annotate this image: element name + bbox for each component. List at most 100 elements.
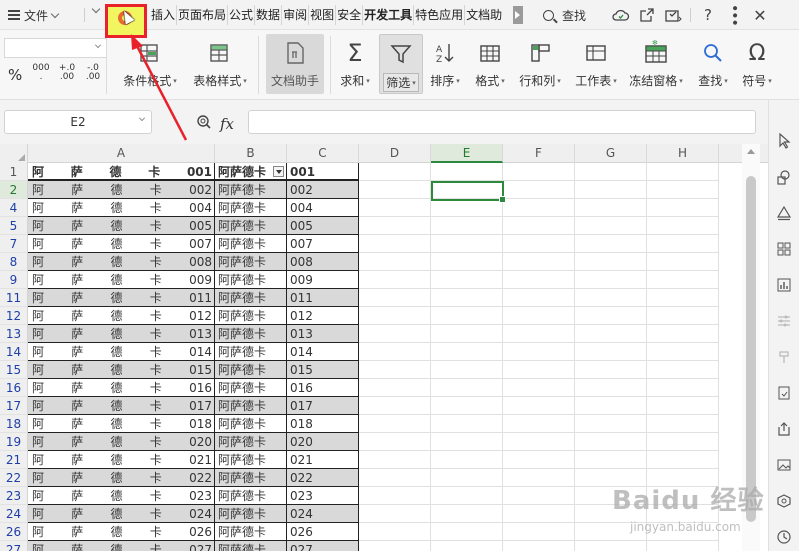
row-header[interactable]: 2: [0, 181, 28, 199]
decrease-decimal-button[interactable]: -.0.00: [84, 64, 102, 82]
worksheet-button[interactable]: 工作表 ▾: [570, 34, 622, 94]
cell[interactable]: [431, 415, 503, 433]
row-header[interactable]: 26: [0, 523, 28, 541]
cell[interactable]: [575, 235, 647, 253]
cell-b1[interactable]: 阿萨德卡: [215, 163, 287, 181]
close-icon[interactable]: ✕: [751, 6, 769, 25]
cell-c[interactable]: 016: [287, 379, 359, 397]
cell[interactable]: [359, 541, 431, 551]
tab-insert[interactable]: 插入: [150, 5, 178, 25]
cell-c[interactable]: 024: [287, 505, 359, 523]
column-header-h[interactable]: H: [647, 144, 719, 163]
cell[interactable]: [359, 199, 431, 217]
cell-b[interactable]: 阿萨德卡: [215, 415, 287, 433]
cell-b[interactable]: 阿萨德卡: [215, 217, 287, 235]
cell-b[interactable]: 阿萨德卡: [215, 253, 287, 271]
cell[interactable]: [647, 379, 719, 397]
column-header-b[interactable]: B: [215, 144, 287, 163]
cell[interactable]: [359, 451, 431, 469]
cell[interactable]: [431, 289, 503, 307]
tab-page-layout[interactable]: 页面布局: [177, 5, 229, 25]
cell-c[interactable]: 013: [287, 325, 359, 343]
doc-assistant-button[interactable]: 文档助手: [266, 34, 324, 94]
cell[interactable]: [647, 397, 719, 415]
selected-cell-e2[interactable]: [431, 181, 506, 203]
cell[interactable]: [575, 325, 647, 343]
cell-a[interactable]: 阿萨德卡 018: [28, 415, 215, 433]
history-icon[interactable]: [775, 528, 793, 546]
cell-a[interactable]: 阿萨德卡 027: [28, 541, 215, 551]
cell-b[interactable]: 阿萨德卡: [215, 343, 287, 361]
cell[interactable]: [575, 397, 647, 415]
row-header[interactable]: 16: [0, 379, 28, 397]
cell[interactable]: [503, 307, 575, 325]
formula-input[interactable]: [248, 110, 756, 134]
cell[interactable]: [503, 325, 575, 343]
cell-a[interactable]: 阿萨德卡 021: [28, 451, 215, 469]
row-header[interactable]: 19: [0, 433, 28, 451]
cell[interactable]: [575, 217, 647, 235]
cell-a[interactable]: 阿萨德卡 024: [28, 505, 215, 523]
row-header[interactable]: 1: [0, 163, 28, 181]
cell[interactable]: [575, 289, 647, 307]
cell-a[interactable]: 阿萨德卡 009: [28, 271, 215, 289]
row-header[interactable]: 27: [0, 541, 28, 551]
name-box[interactable]: E2: [4, 110, 152, 134]
cell-b[interactable]: 阿萨德卡: [215, 505, 287, 523]
cell-c[interactable]: 027: [287, 541, 359, 551]
cell[interactable]: [359, 343, 431, 361]
cell[interactable]: [575, 451, 647, 469]
cell-a[interactable]: 阿萨德卡 023: [28, 487, 215, 505]
row-header[interactable]: 11: [0, 289, 28, 307]
select-cursor-icon[interactable]: [775, 132, 793, 150]
cell[interactable]: [431, 307, 503, 325]
tab-doc-assistant[interactable]: 文档助: [465, 5, 503, 25]
cell-a[interactable]: 阿萨德卡 007: [28, 235, 215, 253]
cell[interactable]: [575, 199, 647, 217]
cell-a[interactable]: 阿萨德卡 026: [28, 523, 215, 541]
tab-security[interactable]: 安全: [336, 5, 364, 25]
cell-c[interactable]: 014: [287, 343, 359, 361]
cell[interactable]: [359, 307, 431, 325]
cell[interactable]: [503, 289, 575, 307]
cell[interactable]: [359, 361, 431, 379]
cell-c[interactable]: 023: [287, 487, 359, 505]
cell[interactable]: [647, 343, 719, 361]
cell-b[interactable]: 阿萨德卡: [215, 361, 287, 379]
more-icon[interactable]: •••: [725, 4, 743, 26]
cell[interactable]: [647, 217, 719, 235]
cell-a[interactable]: 阿萨德卡 011: [28, 289, 215, 307]
cell[interactable]: [647, 163, 719, 181]
cell[interactable]: [431, 163, 503, 181]
conditional-format-button[interactable]: 条件格式 ▾: [120, 34, 180, 94]
cloud-sync-icon[interactable]: [612, 6, 630, 24]
share-out-icon[interactable]: [775, 420, 793, 438]
apps-grid-icon[interactable]: [775, 240, 793, 258]
cell[interactable]: [575, 343, 647, 361]
cell[interactable]: [431, 469, 503, 487]
cell[interactable]: [431, 433, 503, 451]
file-menu[interactable]: 文件: [8, 6, 60, 24]
cell[interactable]: [359, 271, 431, 289]
cell[interactable]: [431, 541, 503, 551]
cell[interactable]: [503, 181, 575, 199]
cell[interactable]: [359, 253, 431, 271]
cell-b[interactable]: 阿萨德卡: [215, 469, 287, 487]
cell[interactable]: [431, 271, 503, 289]
cell[interactable]: [503, 433, 575, 451]
cell[interactable]: [503, 487, 575, 505]
cell[interactable]: [503, 469, 575, 487]
cell[interactable]: [503, 163, 575, 181]
sliders-icon[interactable]: [775, 312, 793, 330]
cell-b[interactable]: 阿萨德卡: [215, 199, 287, 217]
cell[interactable]: [359, 433, 431, 451]
cell-a[interactable]: 阿萨德卡 008: [28, 253, 215, 271]
cell-a[interactable]: 阿萨德卡 022: [28, 469, 215, 487]
cell-b[interactable]: 阿萨德卡: [215, 181, 287, 199]
cell[interactable]: [647, 181, 719, 199]
cell[interactable]: [647, 199, 719, 217]
cell-b[interactable]: 阿萨德卡: [215, 325, 287, 343]
cell[interactable]: [503, 253, 575, 271]
cell-c[interactable]: 021: [287, 451, 359, 469]
row-header[interactable]: 4: [0, 199, 28, 217]
